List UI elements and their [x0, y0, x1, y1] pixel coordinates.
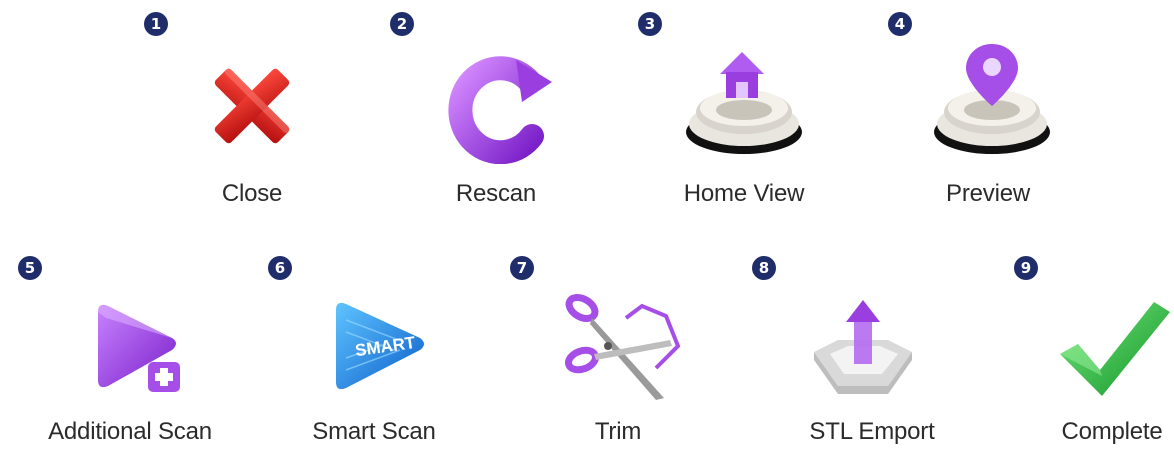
home-dental-model-icon[interactable]	[680, 40, 808, 160]
step-badge-5: 5	[18, 256, 42, 280]
step-badge-8: 8	[752, 256, 776, 280]
item-label-home-view: Home View	[683, 180, 805, 207]
step-badge-3: 3	[638, 12, 662, 36]
additional-scan-play-plus-icon[interactable]	[88, 298, 188, 396]
rescan-arrow-icon[interactable]	[444, 52, 556, 164]
item-label-additional-scan: Additional Scan	[48, 418, 212, 445]
close-x-icon[interactable]	[206, 60, 298, 152]
stl-export-tray-icon[interactable]	[808, 294, 918, 394]
location-pin-dental-model-icon[interactable]	[928, 40, 1056, 160]
step-badge-1: 1	[144, 12, 168, 36]
step-badge-9: 9	[1014, 256, 1038, 280]
item-label-complete: Complete	[1061, 418, 1163, 445]
checkmark-icon[interactable]	[1058, 296, 1170, 400]
step-badge-4: 4	[888, 12, 912, 36]
item-label-stl-emport: STL Emport	[809, 418, 935, 445]
item-label-rescan: Rescan	[455, 180, 537, 207]
item-label-close: Close	[221, 180, 283, 207]
step-badge-2: 2	[390, 12, 414, 36]
item-label-trim: Trim	[594, 418, 642, 445]
step-badge-7: 7	[510, 256, 534, 280]
item-label-preview: Preview	[946, 180, 1030, 207]
item-label-smart-scan: Smart Scan	[312, 418, 436, 445]
scissors-trim-icon[interactable]	[560, 288, 684, 400]
step-badge-6: 6	[268, 256, 292, 280]
smart-scan-icon[interactable]: SMART	[324, 298, 434, 396]
